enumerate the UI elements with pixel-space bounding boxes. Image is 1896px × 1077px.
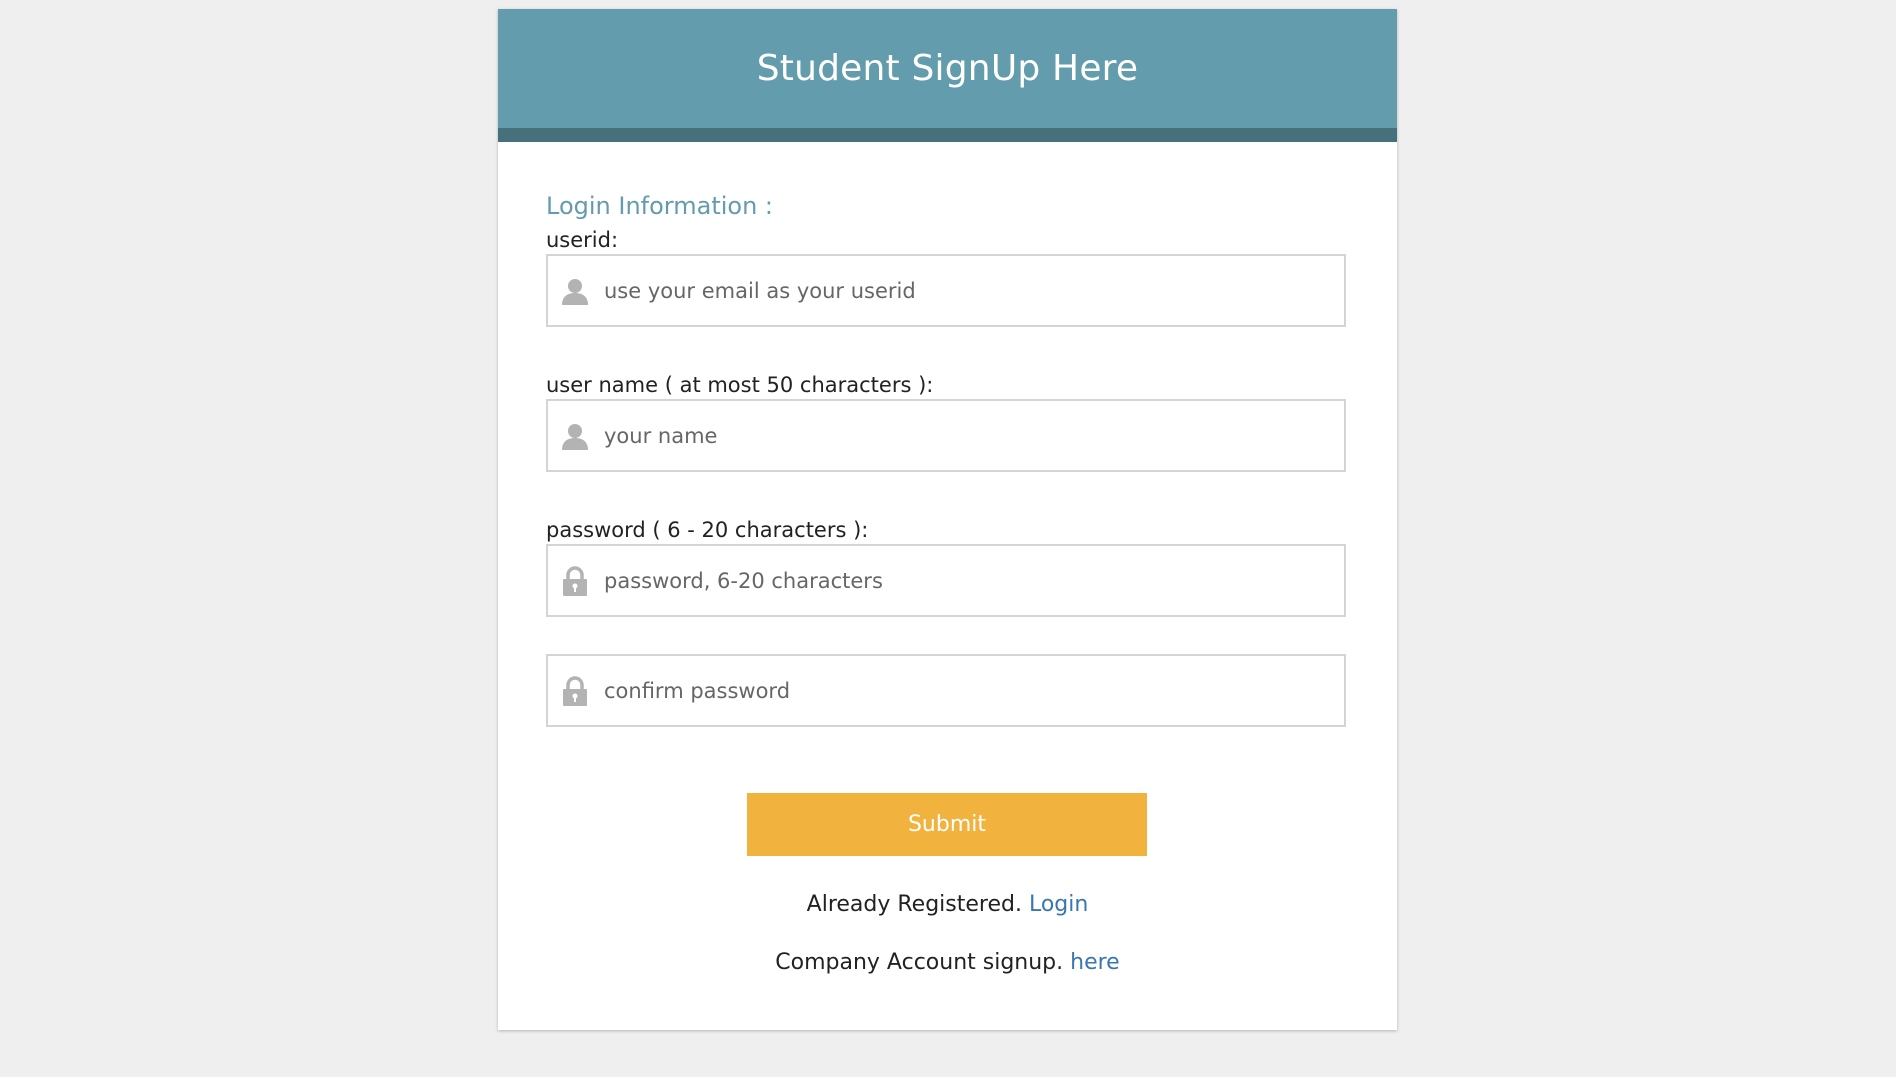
company-signup-link[interactable]: here: [1070, 950, 1120, 975]
company-signup-text: Company Account signup.: [775, 950, 1064, 975]
userid-field[interactable]: [546, 254, 1346, 327]
username-input[interactable]: [604, 401, 1344, 470]
userid-input[interactable]: [604, 256, 1344, 325]
confirm-password-input[interactable]: [604, 656, 1344, 725]
already-registered-text: Already Registered.: [806, 892, 1022, 917]
company-signup-line: Company Account signup. here: [498, 950, 1397, 975]
user-icon: [560, 276, 590, 306]
username-field[interactable]: [546, 399, 1346, 472]
header-banner: Student SignUp Here: [498, 9, 1397, 142]
password-field[interactable]: [546, 544, 1346, 617]
signup-card: Student SignUp Here Login Information : …: [498, 9, 1397, 1030]
confirm-password-field[interactable]: [546, 654, 1346, 727]
section-title: Login Information :: [546, 192, 774, 220]
user-icon: [560, 421, 590, 451]
already-registered-line: Already Registered. Login: [498, 892, 1397, 917]
page-title: Student SignUp Here: [756, 48, 1139, 89]
userid-label: userid:: [546, 228, 619, 252]
password-input[interactable]: [604, 546, 1344, 615]
submit-button[interactable]: Submit: [747, 793, 1147, 856]
lock-icon: [560, 675, 590, 706]
username-label: user name ( at most 50 characters ):: [546, 373, 934, 397]
password-label: password ( 6 - 20 characters ):: [546, 518, 869, 542]
login-link[interactable]: Login: [1029, 892, 1088, 917]
lock-icon: [560, 565, 590, 596]
